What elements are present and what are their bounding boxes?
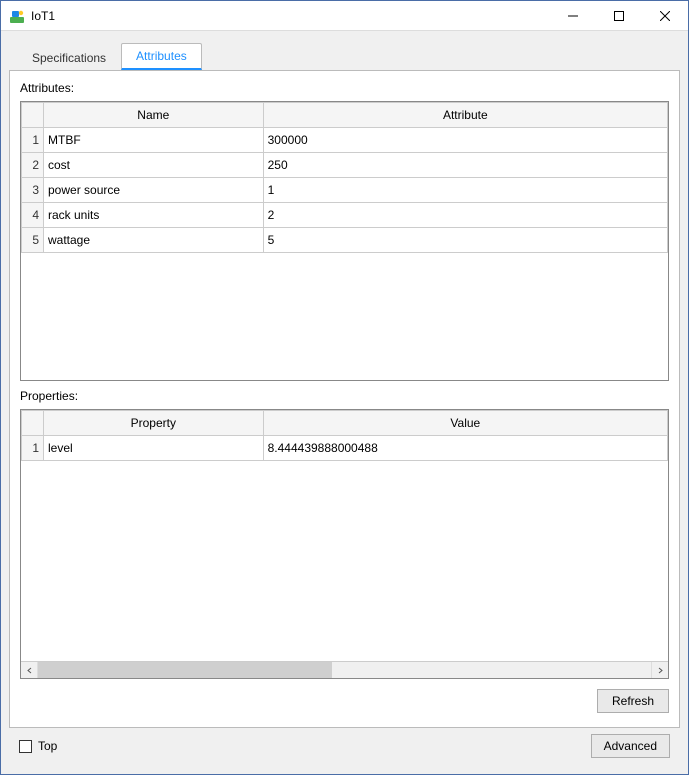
properties-header-property[interactable]: Property bbox=[44, 411, 264, 436]
properties-label: Properties: bbox=[20, 389, 669, 403]
row-number: 1 bbox=[22, 436, 44, 461]
tabstrip: Specifications Attributes bbox=[9, 39, 680, 70]
row-number: 2 bbox=[22, 153, 44, 178]
bottom-bar: Top Advanced bbox=[9, 728, 680, 766]
properties-grid[interactable]: Property Value 1 level 8.444439888000488 bbox=[20, 409, 669, 679]
table-row[interactable]: 4 rack units 2 bbox=[22, 203, 668, 228]
refresh-button[interactable]: Refresh bbox=[597, 689, 669, 713]
app-icon bbox=[9, 8, 25, 24]
attributes-header-name[interactable]: Name bbox=[44, 103, 264, 128]
window-title: IoT1 bbox=[31, 9, 55, 23]
window-root: IoT1 Specifications Attributes Attribute… bbox=[0, 0, 689, 775]
attributes-grid[interactable]: Name Attribute 1 MTBF 300000 2 cost bbox=[20, 101, 669, 381]
scroll-thumb[interactable] bbox=[38, 662, 332, 678]
attr-value-cell[interactable]: 2 bbox=[263, 203, 667, 228]
attr-value-cell[interactable]: 1 bbox=[263, 178, 667, 203]
row-number: 4 bbox=[22, 203, 44, 228]
top-checkbox[interactable]: Top bbox=[19, 739, 57, 753]
attr-value-cell[interactable]: 300000 bbox=[263, 128, 667, 153]
tab-specifications[interactable]: Specifications bbox=[17, 45, 121, 70]
properties-header-value[interactable]: Value bbox=[263, 411, 667, 436]
tab-attributes[interactable]: Attributes bbox=[121, 43, 202, 70]
attr-value-cell[interactable]: 250 bbox=[263, 153, 667, 178]
row-number: 1 bbox=[22, 128, 44, 153]
attr-name-cell[interactable]: wattage bbox=[44, 228, 264, 253]
row-number: 3 bbox=[22, 178, 44, 203]
attributes-header-corner bbox=[22, 103, 44, 128]
attr-name-cell[interactable]: rack units bbox=[44, 203, 264, 228]
properties-grid-filler bbox=[21, 461, 668, 661]
minimize-button[interactable] bbox=[550, 1, 596, 31]
properties-header-corner bbox=[22, 411, 44, 436]
content-area: Specifications Attributes Attributes: Na… bbox=[1, 31, 688, 774]
attr-name-cell[interactable]: MTBF bbox=[44, 128, 264, 153]
attributes-grid-filler bbox=[21, 253, 668, 380]
prop-name-cell[interactable]: level bbox=[44, 436, 264, 461]
maximize-button[interactable] bbox=[596, 1, 642, 31]
close-button[interactable] bbox=[642, 1, 688, 31]
attributes-label: Attributes: bbox=[20, 81, 669, 95]
refresh-row: Refresh bbox=[20, 689, 669, 713]
scroll-right-arrow-icon[interactable] bbox=[651, 662, 668, 678]
tabpage-attributes: Attributes: Name Attribute bbox=[9, 70, 680, 728]
attr-name-cell[interactable]: power source bbox=[44, 178, 264, 203]
table-row[interactable]: 5 wattage 5 bbox=[22, 228, 668, 253]
scroll-left-arrow-icon[interactable] bbox=[21, 662, 38, 678]
attr-value-cell[interactable]: 5 bbox=[263, 228, 667, 253]
advanced-button[interactable]: Advanced bbox=[591, 734, 670, 758]
prop-value-cell[interactable]: 8.444439888000488 bbox=[263, 436, 667, 461]
attr-name-cell[interactable]: cost bbox=[44, 153, 264, 178]
table-row[interactable]: 3 power source 1 bbox=[22, 178, 668, 203]
row-number: 5 bbox=[22, 228, 44, 253]
table-row[interactable]: 1 MTBF 300000 bbox=[22, 128, 668, 153]
table-row[interactable]: 2 cost 250 bbox=[22, 153, 668, 178]
horizontal-scrollbar[interactable] bbox=[21, 661, 668, 678]
attributes-header-attribute[interactable]: Attribute bbox=[263, 103, 667, 128]
table-row[interactable]: 1 level 8.444439888000488 bbox=[22, 436, 668, 461]
checkbox-box-icon[interactable] bbox=[19, 740, 32, 753]
titlebar: IoT1 bbox=[1, 1, 688, 31]
top-checkbox-label: Top bbox=[38, 739, 57, 753]
scroll-track[interactable] bbox=[38, 662, 651, 678]
